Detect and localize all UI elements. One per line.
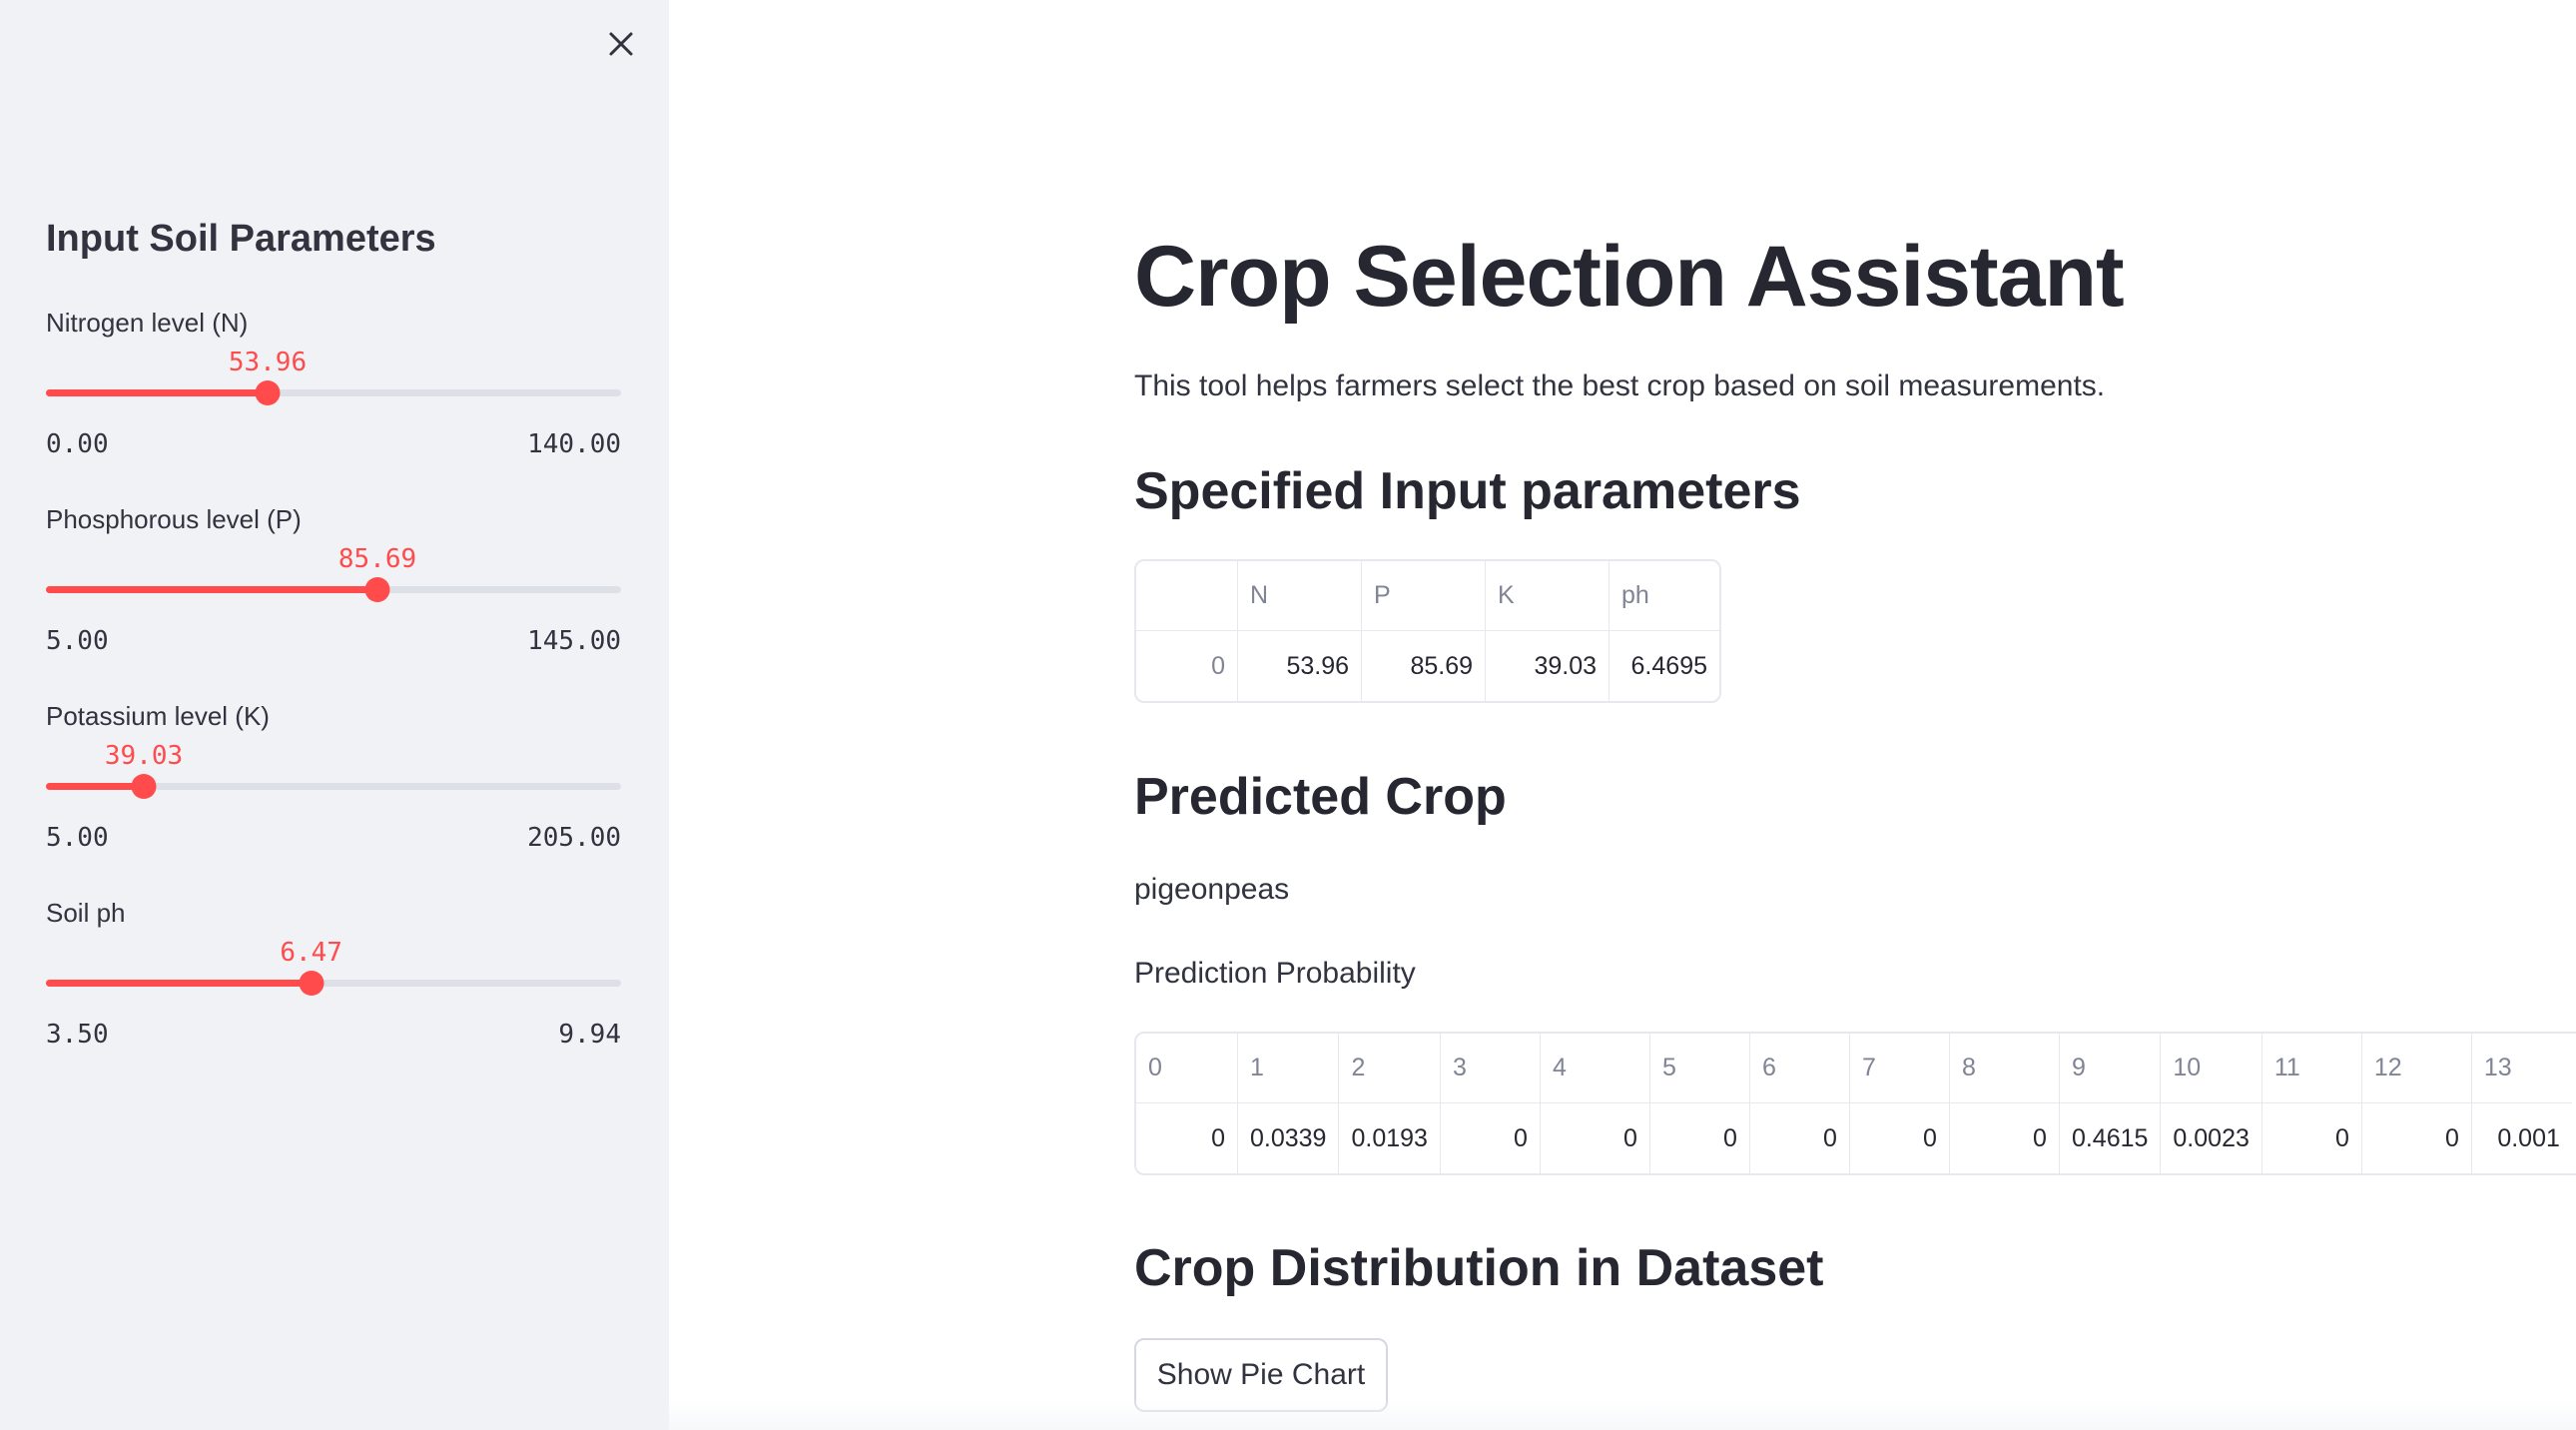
table-header-cell[interactable]: K bbox=[1486, 561, 1610, 631]
table-cell: 0.0339 bbox=[1238, 1103, 1340, 1173]
slider-track[interactable] bbox=[46, 774, 621, 799]
slider-track[interactable] bbox=[46, 380, 621, 405]
table-header-row: 0 1 2 3 4 5 6 7 8 9 10 11 12 13 bbox=[1136, 1034, 2572, 1103]
table-cell: 0 bbox=[1541, 1103, 1650, 1173]
probability-label: Prediction Probability bbox=[1134, 957, 1416, 990]
page-description: This tool helps farmers select the best … bbox=[1134, 369, 2106, 402]
slider-label: Soil ph bbox=[46, 898, 126, 928]
slider-value: 53.96 bbox=[228, 348, 308, 377]
slider-label: Phosphorous level (P) bbox=[46, 504, 302, 534]
table-header-cell[interactable]: 3 bbox=[1440, 1034, 1541, 1103]
slider-max: 145.00 bbox=[527, 626, 621, 656]
table-cell: 0 bbox=[1750, 1103, 1850, 1173]
table-header-cell[interactable]: 8 bbox=[1949, 1034, 2060, 1103]
slider-label: Potassium level (K) bbox=[46, 701, 270, 731]
soil-ph-slider[interactable]: Soil ph 6.47 3.50 9.94 bbox=[46, 898, 621, 1058]
table-header-cell[interactable]: 9 bbox=[2059, 1034, 2162, 1103]
nitrogen-slider[interactable]: Nitrogen level (N) 53.96 0.00 140.00 bbox=[46, 308, 621, 467]
slider-thumb[interactable] bbox=[299, 971, 324, 996]
table-cell: 0 bbox=[2262, 1103, 2362, 1173]
table-row: 0 53.96 85.69 39.03 6.4695 bbox=[1136, 631, 1719, 701]
close-sidebar-button[interactable] bbox=[599, 22, 643, 66]
table-header-cell[interactable]: 4 bbox=[1540, 1034, 1650, 1103]
input-params-table: N P K ph 0 53.96 85.69 39.03 6.4695 bbox=[1134, 559, 1721, 703]
table-header-cell[interactable]: 10 bbox=[2161, 1034, 2262, 1103]
probability-table: 0 1 2 3 4 5 6 7 8 9 10 11 12 13 0 0.0339… bbox=[1136, 1034, 2572, 1173]
slider-track[interactable] bbox=[46, 577, 621, 602]
table-cell: 0.0023 bbox=[2161, 1103, 2262, 1173]
table-cell: 0 bbox=[1850, 1103, 1950, 1173]
table-header-cell[interactable]: 1 bbox=[1238, 1034, 1340, 1103]
input-params-heading: Specified Input parameters bbox=[1134, 462, 1801, 520]
phosphorous-slider[interactable]: Phosphorous level (P) 85.69 5.00 145.00 bbox=[46, 504, 621, 664]
table-cell: 0.4615 bbox=[2060, 1103, 2162, 1173]
slider-min: 5.00 bbox=[46, 823, 109, 853]
slider-fill bbox=[46, 980, 312, 987]
slider-value: 39.03 bbox=[104, 741, 184, 771]
table-header-cell[interactable] bbox=[1136, 561, 1238, 631]
slider-max: 140.00 bbox=[527, 429, 621, 459]
slider-max: 205.00 bbox=[527, 823, 621, 853]
table-row: 0 0.0339 0.0193 0 0 0 0 0 0 0.4615 0.002… bbox=[1136, 1103, 2572, 1173]
table-cell: 0 bbox=[2362, 1103, 2472, 1173]
table-cell: 53.96 bbox=[1238, 631, 1362, 701]
sidebar: Input Soil Parameters Nitrogen level (N)… bbox=[0, 0, 669, 1430]
main-content: Crop Selection Assistant This tool helps… bbox=[669, 0, 2576, 1430]
slider-fill bbox=[46, 586, 377, 593]
page-title: Crop Selection Assistant bbox=[1134, 229, 2125, 325]
slider-min: 3.50 bbox=[46, 1020, 109, 1050]
table-cell: 0 bbox=[1650, 1103, 1750, 1173]
close-icon bbox=[609, 32, 633, 56]
table-header-cell[interactable]: 11 bbox=[2261, 1034, 2362, 1103]
table-header-cell[interactable]: 7 bbox=[1849, 1034, 1950, 1103]
slider-fill bbox=[46, 389, 268, 396]
sidebar-heading: Input Soil Parameters bbox=[46, 218, 436, 260]
table-cell: 0 bbox=[1441, 1103, 1541, 1173]
table-cell: 85.69 bbox=[1362, 631, 1486, 701]
table-header-cell[interactable]: P bbox=[1362, 561, 1486, 631]
table-header-cell[interactable]: N bbox=[1238, 561, 1362, 631]
slider-max: 9.94 bbox=[558, 1020, 621, 1050]
table-header-cell[interactable]: ph bbox=[1610, 561, 1719, 631]
slider-value: 6.47 bbox=[280, 938, 342, 968]
slider-min: 0.00 bbox=[46, 429, 109, 459]
slider-track[interactable] bbox=[46, 971, 621, 996]
table-header-cell[interactable]: 12 bbox=[2361, 1034, 2472, 1103]
slider-min: 5.00 bbox=[46, 626, 109, 656]
table-header-row: N P K ph bbox=[1136, 561, 1719, 631]
slider-thumb[interactable] bbox=[131, 774, 157, 799]
table-header-cell[interactable]: 2 bbox=[1339, 1034, 1441, 1103]
predicted-crop-heading: Predicted Crop bbox=[1134, 768, 1507, 826]
table-cell: 39.03 bbox=[1486, 631, 1610, 701]
table-header-cell[interactable]: 5 bbox=[1649, 1034, 1750, 1103]
table-cell: 6.4695 bbox=[1630, 651, 1707, 680]
crop-distribution-heading: Crop Distribution in Dataset bbox=[1134, 1239, 1824, 1297]
table-header-cell[interactable]: 13 bbox=[2471, 1034, 2572, 1103]
slider-thumb[interactable] bbox=[364, 577, 390, 602]
table-header-cell[interactable]: 0 bbox=[1136, 1034, 1238, 1103]
slider-value: 85.69 bbox=[337, 544, 417, 574]
bottom-fade bbox=[669, 1398, 2576, 1430]
slider-label: Nitrogen level (N) bbox=[46, 308, 249, 338]
probability-table-container[interactable]: 0 1 2 3 4 5 6 7 8 9 10 11 12 13 0 0.0339… bbox=[1134, 1032, 2576, 1175]
table-cell: 0.001 bbox=[2497, 1123, 2560, 1152]
slider-fill bbox=[46, 783, 145, 790]
predicted-crop-value: pigeonpeas bbox=[1134, 873, 1290, 906]
table-cell: 0 bbox=[1136, 1103, 1238, 1173]
table-index-cell: 0 bbox=[1136, 631, 1238, 701]
potassium-slider[interactable]: Potassium level (K) 39.03 5.00 205.00 bbox=[46, 701, 621, 861]
slider-thumb[interactable] bbox=[255, 380, 281, 405]
table-header-cell[interactable]: 6 bbox=[1749, 1034, 1850, 1103]
table-cell: 0 bbox=[1950, 1103, 2060, 1173]
table-cell: 0.0193 bbox=[1339, 1103, 1441, 1173]
